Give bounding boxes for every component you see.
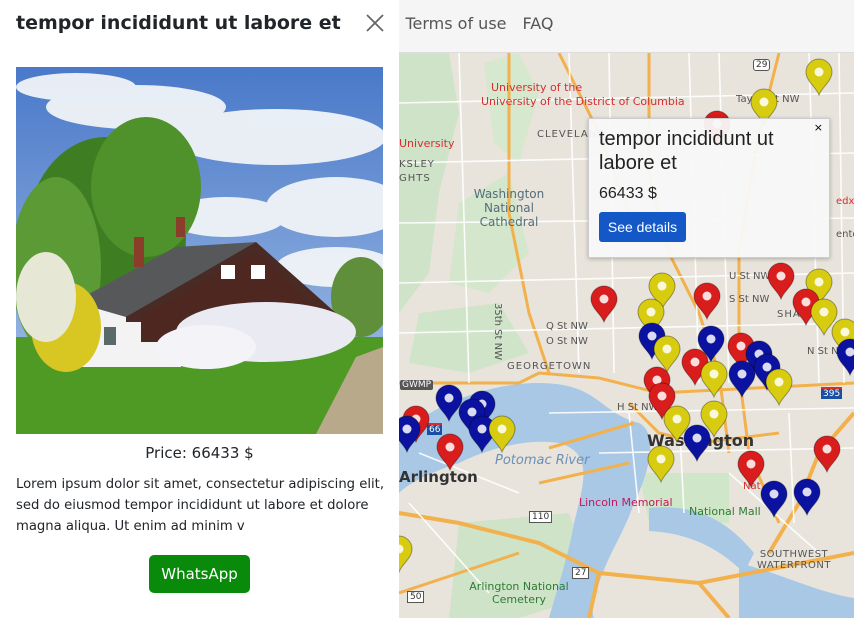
property-title: tempor incididunt ut labore et xyxy=(16,12,341,34)
property-description: Lorem ipsum dolor sit amet, consectetur … xyxy=(16,477,385,534)
map-marker-icon[interactable] xyxy=(700,360,728,399)
popup-close-button[interactable]: × xyxy=(814,121,823,134)
map-marker-icon[interactable] xyxy=(399,415,421,454)
map-marker-icon[interactable] xyxy=(590,285,618,324)
nav-link-faq[interactable]: FAQ xyxy=(523,14,554,33)
map-marker-icon[interactable] xyxy=(683,424,711,463)
close-icon[interactable] xyxy=(364,12,386,34)
map-marker-icon[interactable] xyxy=(805,58,833,97)
popup-title: tempor incididunt ut labore et xyxy=(599,128,774,174)
property-price: Price: 66433 $ xyxy=(145,444,254,462)
map-marker-icon[interactable] xyxy=(813,435,841,474)
map-marker-icon[interactable] xyxy=(435,384,463,423)
property-sidebar: tempor incididunt ut labore et Price: 66… xyxy=(0,0,399,618)
map-marker-icon[interactable] xyxy=(737,450,765,489)
map-marker-icon[interactable] xyxy=(436,433,464,472)
map-marker-icon[interactable] xyxy=(760,480,788,519)
nav-links: y Terms of use FAQ xyxy=(380,14,554,33)
map-marker-icon[interactable] xyxy=(647,445,675,484)
map-marker-icon[interactable] xyxy=(399,535,413,574)
popup-price: 66433 $ xyxy=(599,185,657,202)
map-marker-icon[interactable] xyxy=(693,282,721,321)
map-marker-icon[interactable] xyxy=(767,262,795,301)
house-image xyxy=(16,67,383,434)
map-popup: × tempor incididunt ut labore et 66433 $… xyxy=(588,118,830,258)
property-photo xyxy=(16,67,383,434)
map-marker-icon[interactable] xyxy=(728,360,756,399)
map-marker-icon[interactable] xyxy=(488,415,516,454)
map-marker-icon[interactable] xyxy=(793,478,821,517)
nav-link-terms[interactable]: Terms of use xyxy=(405,14,506,33)
map-marker-icon[interactable] xyxy=(765,368,793,407)
whatsapp-button[interactable]: WhatsApp xyxy=(149,555,250,593)
see-details-button[interactable]: See details xyxy=(599,212,686,242)
map-marker-icon[interactable] xyxy=(836,338,854,377)
